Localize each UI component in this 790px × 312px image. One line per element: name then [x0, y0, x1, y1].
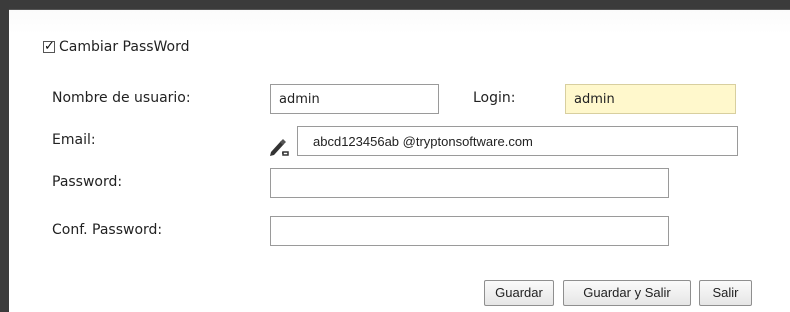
email-input[interactable]	[297, 126, 738, 156]
login-input[interactable]	[565, 84, 736, 114]
password-label: Password:	[52, 174, 123, 190]
edit-signature-icon[interactable]	[268, 135, 290, 157]
confirm-password-input[interactable]	[270, 216, 669, 246]
window-frame: ✓ Cambiar PassWord Nombre de usuario: Lo…	[0, 0, 790, 312]
change-password-label: Cambiar PassWord	[59, 39, 190, 55]
email-label: Email:	[52, 132, 96, 148]
pen-icon	[270, 139, 289, 156]
password-input[interactable]	[270, 168, 669, 198]
exit-button[interactable]: Salir	[699, 280, 752, 306]
change-password-checkbox[interactable]: ✓	[43, 39, 55, 54]
save-button[interactable]: Guardar	[484, 280, 554, 306]
change-password-option[interactable]: ✓ Cambiar PassWord	[43, 38, 190, 56]
checkmark-icon: ✓	[44, 39, 55, 54]
username-label: Nombre de usuario:	[52, 90, 191, 106]
username-input[interactable]	[270, 84, 439, 114]
confirm-password-label: Conf. Password:	[52, 222, 163, 238]
save-exit-button[interactable]: Guardar y Salir	[563, 280, 691, 306]
login-label: Login:	[473, 90, 516, 106]
